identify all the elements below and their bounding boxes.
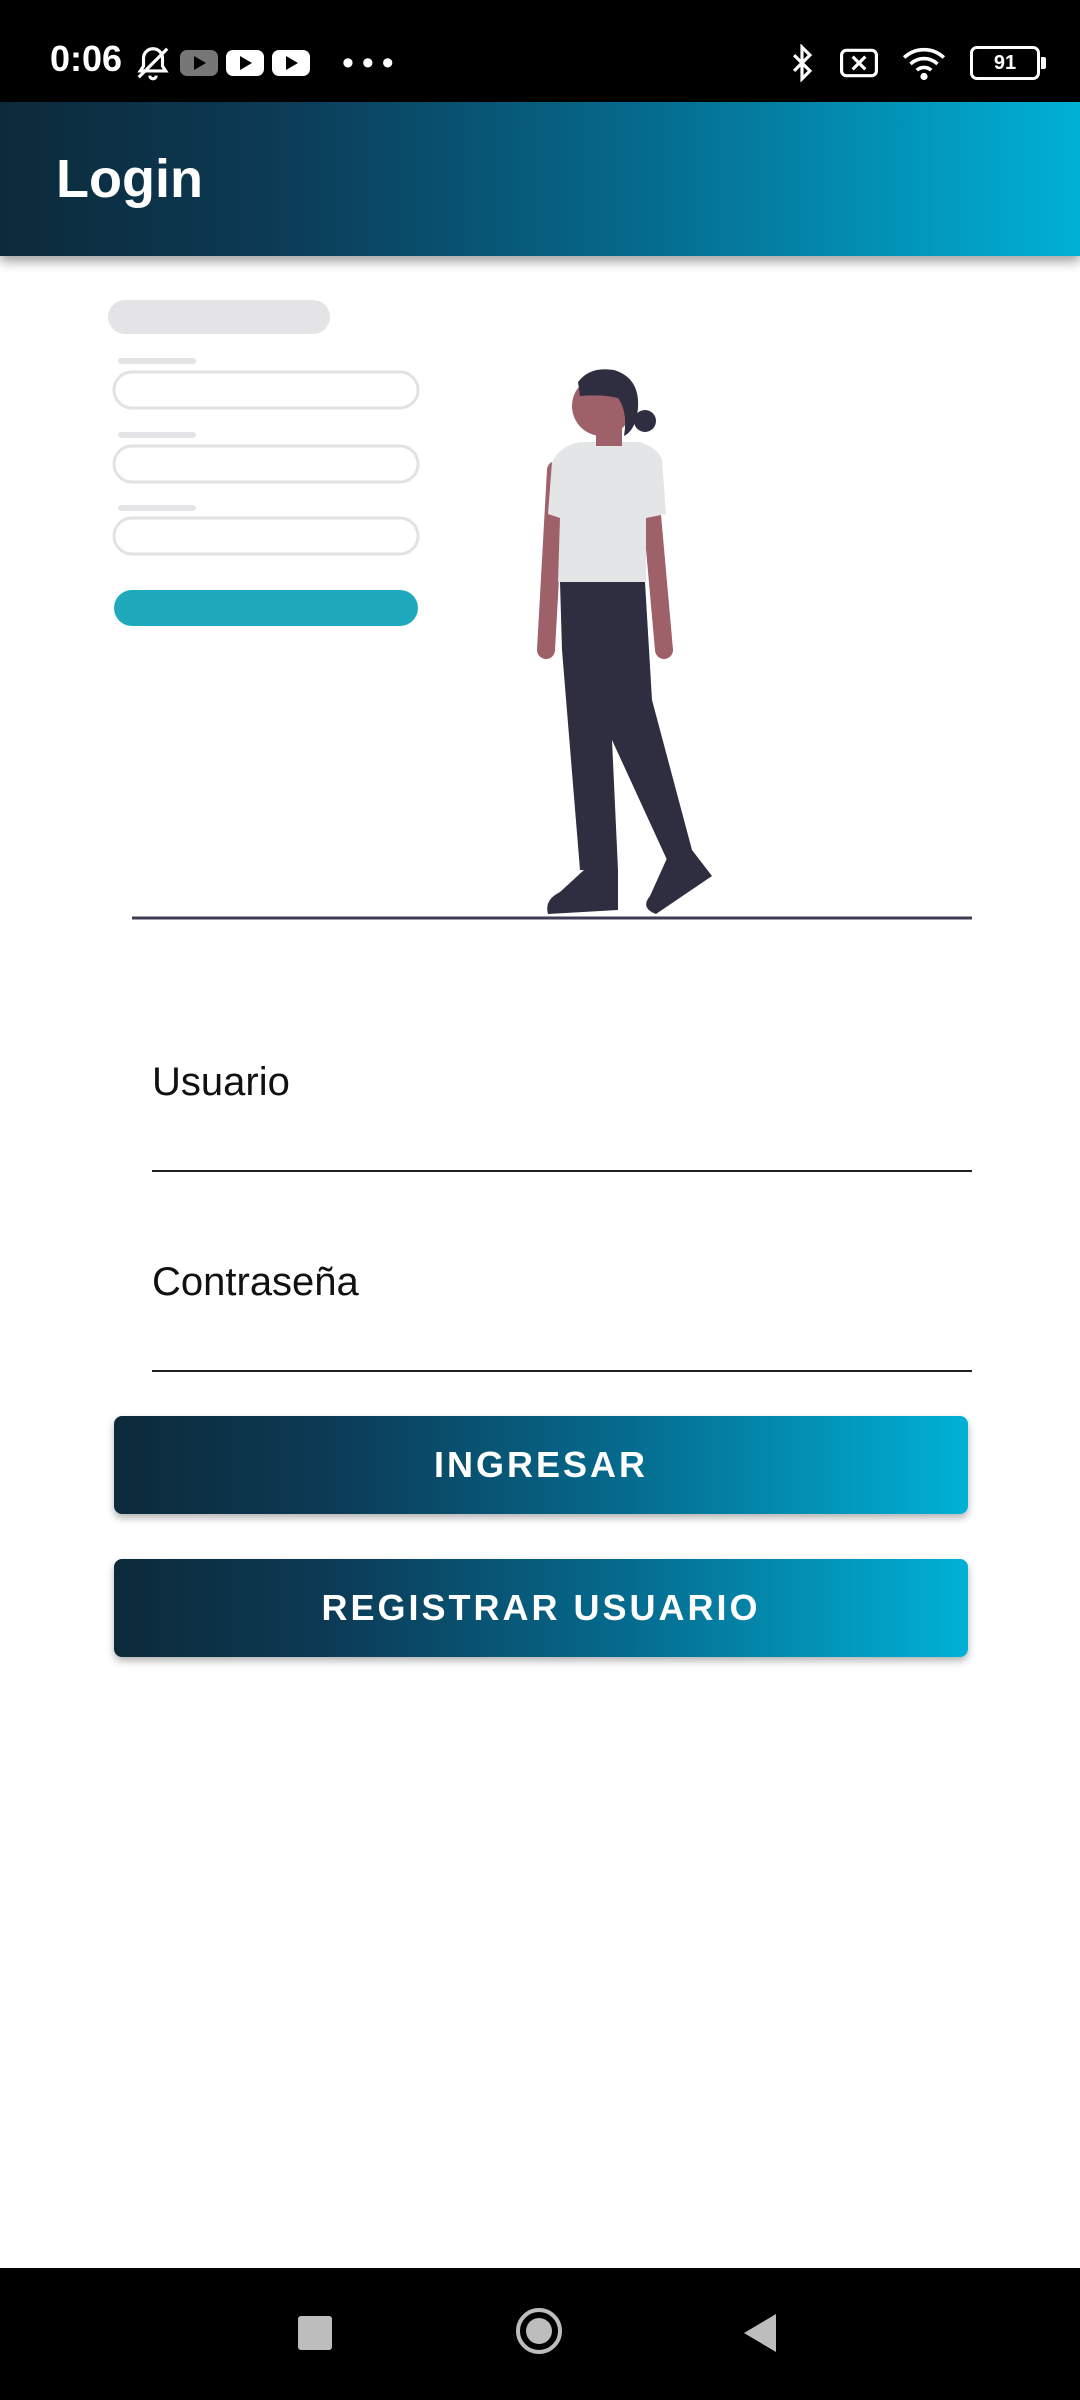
illustration-label-2	[118, 432, 196, 438]
bluetooth-icon	[792, 44, 813, 82]
illustration-field-3	[112, 516, 420, 556]
username-field[interactable]: Usuario	[152, 1060, 972, 1172]
username-underline	[152, 1170, 972, 1172]
app-bar: Login	[0, 102, 1080, 256]
login-button[interactable]: INGRESAR	[114, 1416, 968, 1514]
youtube-icon	[226, 50, 264, 76]
more-icon: •••	[342, 44, 402, 82]
password-field[interactable]: Contraseña	[152, 1260, 972, 1372]
recents-icon[interactable]	[298, 2316, 332, 2350]
illustration-person	[537, 369, 712, 914]
youtube-icon	[272, 50, 310, 76]
status-bar: 0:06 ••• 91	[0, 0, 1080, 102]
sim-off-icon	[840, 48, 878, 78]
login-illustration	[108, 300, 972, 920]
back-icon[interactable]	[744, 2314, 776, 2352]
status-time: 0:06	[50, 38, 123, 79]
illustration-field-1	[112, 370, 420, 410]
illustration-label-1	[118, 358, 196, 364]
status-system-icons: 91	[788, 44, 1046, 82]
illustration-form-header	[108, 300, 330, 334]
navigation-bar	[0, 2268, 1080, 2400]
illustration-label-3	[118, 505, 196, 511]
status-notification-icons: •••	[134, 44, 402, 82]
illustration-field-2	[112, 444, 420, 484]
illustration-button	[114, 590, 418, 626]
password-underline	[152, 1370, 972, 1372]
youtube-icon	[180, 50, 218, 76]
wifi-icon	[902, 47, 946, 81]
username-placeholder: Usuario	[152, 1060, 290, 1104]
register-user-button[interactable]: REGISTRAR USUARIO	[114, 1559, 968, 1657]
notifications-off-icon	[137, 47, 169, 81]
home-icon[interactable]	[516, 2308, 562, 2354]
battery-icon: 91	[970, 46, 1046, 80]
page-title: Login	[56, 149, 203, 209]
battery-level: 91	[993, 51, 1017, 74]
password-placeholder: Contraseña	[152, 1260, 359, 1304]
